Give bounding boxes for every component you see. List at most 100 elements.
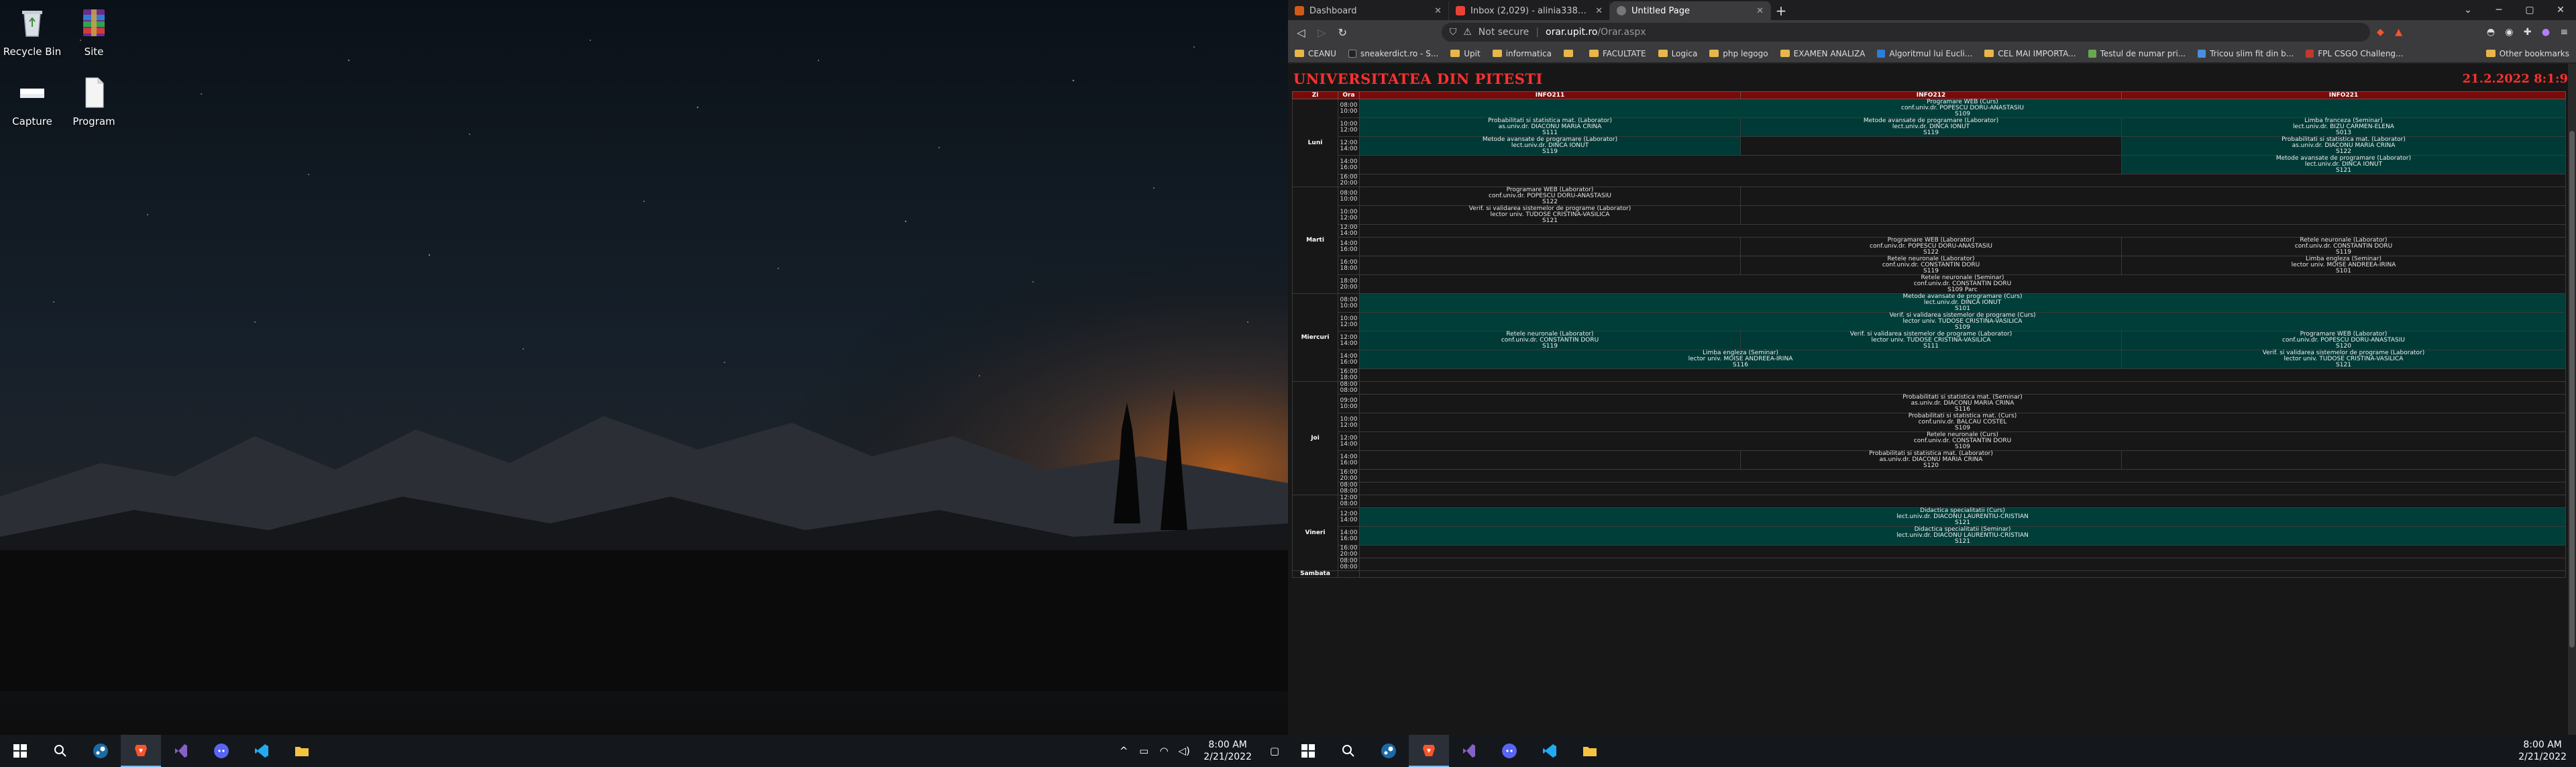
bookmark-item[interactable]: Upit [1450,49,1481,58]
network-icon[interactable]: ◠ [1154,735,1174,767]
schedule-cell[interactable]: Probabilitati si statistica mat. (Curs) c… [1359,413,2566,432]
schedule-cell[interactable]: Metode avansate de programare (Laborator… [2121,155,2566,174]
close-window-icon[interactable]: ✕ [2545,0,2576,20]
tab-dashboard[interactable]: Dashboard ✕ [1288,1,1449,20]
steam-button[interactable] [80,735,121,767]
schedule-cell[interactable]: Retele neuronale (Seminar) conf.univ.dr. … [1359,274,2566,294]
bookmark-item[interactable]: informatica [1492,49,1552,58]
close-tab-icon[interactable]: ✕ [1434,6,1442,16]
site-icon[interactable]: Site [62,4,126,58]
search-button[interactable] [40,735,80,767]
schedule-cell[interactable]: Verif. si validarea sistemelor de progra… [2121,350,2566,369]
discord-button[interactable] [201,735,241,767]
schedule-cell[interactable]: Probabilitati si statistica mat. (Labora… [1359,117,1741,137]
address-bar[interactable]: ⛉ ⚠ Not secure | orar.upit.ro/Orar.aspx [1441,23,2370,42]
schedule-cell[interactable]: Programare WEB (Laborator) conf.univ.dr. … [1740,237,2122,256]
visual-studio-button[interactable] [1449,735,1489,767]
schedule-cell[interactable]: Probabilitati si statistica mat. (Semina… [1359,394,2566,413]
schedule-cell[interactable]: Metode avansate de programare (Laborator… [1359,136,1741,156]
vscode-button[interactable] [1529,735,1570,767]
other-bookmarks[interactable]: Other bookmarks [2485,49,2569,58]
bookmark-item[interactable]: Testul de numar pri... [2088,49,2186,58]
battery-icon[interactable]: ▭ [1134,735,1154,767]
file-explorer-button[interactable] [282,735,322,767]
tab-inbox[interactable]: Inbox (2,029) - alinia338@gmail.com ✕ [1449,1,1610,20]
schedule-cell[interactable]: Metode avansate de programare (Laborator… [1740,117,2122,137]
notifications-icon[interactable]: ▢ [1261,735,1288,767]
menu-icon[interactable]: ≡ [2557,23,2572,41]
bookmark-item[interactable]: CEANU [1295,49,1336,58]
minimize-icon[interactable]: ─ [2483,0,2514,20]
chevron-up-icon[interactable]: ^ [1114,735,1134,767]
schedule-cell[interactable]: Limba engleza (Seminar) lector univ. MOIS… [2121,256,2566,275]
start-button[interactable] [0,735,40,767]
hour-cell: 08:00 10:00 [1338,293,1360,313]
bookmark-item[interactable]: Logica [1658,49,1697,58]
empty-cell [1359,570,2566,578]
profile-avatar-icon[interactable]: ● [2538,23,2553,41]
schedule-cell[interactable]: Retele neuronale (Laborator) conf.univ.dr… [2121,237,2566,256]
schedule-cell[interactable]: Metode avansate de programare (Curs) lect… [1359,293,2566,313]
bookmark-page-icon[interactable]: ⛉ [1450,27,1457,38]
vscode-button[interactable] [241,735,282,767]
brave-button[interactable] [1409,735,1449,767]
schedule-cell[interactable]: Limba engleza (Seminar) lector univ. MOIS… [1359,350,2122,369]
brave-button[interactable] [121,735,161,767]
page-scrollbar[interactable] [2568,64,2576,735]
schedule-cell[interactable]: Verif. si validarea sistemelor de progra… [1740,331,2122,350]
schedule-cell[interactable]: Limba franceza (Seminar) lect.univ.dr. BI… [2121,117,2566,137]
schedule-cell[interactable]: Retele neuronale (Curs) conf.univ.dr. CON… [1359,431,2566,451]
brave-shields-icon[interactable]: ◆ [2373,23,2388,41]
vpn-icon[interactable]: ◓ [2483,23,2498,41]
schedule-cell[interactable]: Verif. si validarea sistemelor de progra… [1359,312,2566,331]
bookmark-item[interactable]: sneakerdict.ro - S... [1348,49,1438,58]
program-icon[interactable]: Program [62,74,126,127]
url-path: /Orar.aspx [1597,27,1646,38]
extension-icon-1[interactable]: ◉ [2502,23,2517,41]
taskbar-clock-right[interactable]: 8:00 AM 2/21/2022 [2509,739,2576,763]
schedule-cell[interactable]: Didactica specialitatii (Curs) lect.univ.… [1359,507,2566,527]
schedule-cell[interactable]: Programare WEB (Laborator) conf.univ.dr. … [1359,187,1741,206]
bookmark-item[interactable]: FACULTATE [1589,49,1646,58]
search-button[interactable] [1328,735,1368,767]
close-tab-icon[interactable]: ✕ [1595,6,1603,16]
tab-search-icon[interactable]: ⌄ [2453,0,2483,20]
bookmark-item[interactable]: Algoritmul lui Eucli... [1877,49,1972,58]
tab-untitled-page[interactable]: Untitled Page ✕ [1610,1,1771,20]
bookmark-item[interactable]: php legogo [1709,49,1768,58]
extensions-puzzle-icon[interactable]: ✚ [2520,23,2535,41]
schedule-cell[interactable]: Programare WEB (Laborator) conf.univ.dr. … [2121,331,2566,350]
visual-studio-button[interactable] [161,735,201,767]
discord-button[interactable] [1489,735,1529,767]
recycle-bin-icon[interactable]: Recycle Bin [0,4,64,58]
schedule-cell[interactable]: Probabilitati si statistica mat. (Labora… [2121,136,2566,156]
taskbar-clock-left[interactable]: 8:00 AM 2/21/2022 [1194,739,1261,763]
reload-button[interactable]: ↻ [1334,22,1352,42]
steam-button[interactable] [1368,735,1409,767]
close-tab-icon[interactable]: ✕ [1756,6,1764,16]
day-cell: Sambata [1292,570,1338,578]
scrollbar-thumb[interactable] [2569,131,2575,648]
new-tab-button[interactable]: + [1771,1,1791,20]
volume-icon[interactable]: ◁) [1174,735,1194,767]
bookmark-item[interactable]: EXAMEN ANALIZA [1780,49,1865,58]
back-button[interactable]: ◁ [1292,22,1310,42]
capture-icon[interactable]: Capture [0,74,64,127]
maximize-icon[interactable]: ▢ [2514,0,2545,20]
schedule-cell[interactable]: Probabilitati si statistica mat. (Labora… [1740,450,2122,470]
schedule-cell[interactable]: Retele neuronale (Laborator) conf.univ.dr… [1740,256,2122,275]
table-row: 16:00 18:00 Retele neuronale (Laborator) c… [1293,256,2566,275]
schedule-cell[interactable]: Retele neuronale (Laborator) conf.univ.dr… [1359,331,1741,350]
file-explorer-button[interactable] [1570,735,1610,767]
bookmark-label: php legogo [1723,48,1768,58]
bookmark-item[interactable]: Tricou slim fit din b... [2198,49,2294,58]
schedule-cell[interactable]: Verif. si validarea sistemelor de progra… [1359,205,1741,225]
schedule-cell[interactable]: Programare WEB (Curs) conf.univ.dr. POPES… [1359,99,2566,118]
start-button[interactable] [1288,735,1328,767]
brave-rewards-icon[interactable]: ▲ [2391,23,2406,41]
schedule-cell[interactable]: Didactica specialitatii (Seminar) lect.un… [1359,526,2566,546]
bookmark-item[interactable]: FPL CSGO Challeng... [2306,49,2403,58]
bookmark-item[interactable] [1563,50,1577,57]
bookmark-item[interactable]: CEL MAI IMPORTA... [1984,49,2076,58]
forward-button[interactable]: ▷ [1313,22,1331,42]
